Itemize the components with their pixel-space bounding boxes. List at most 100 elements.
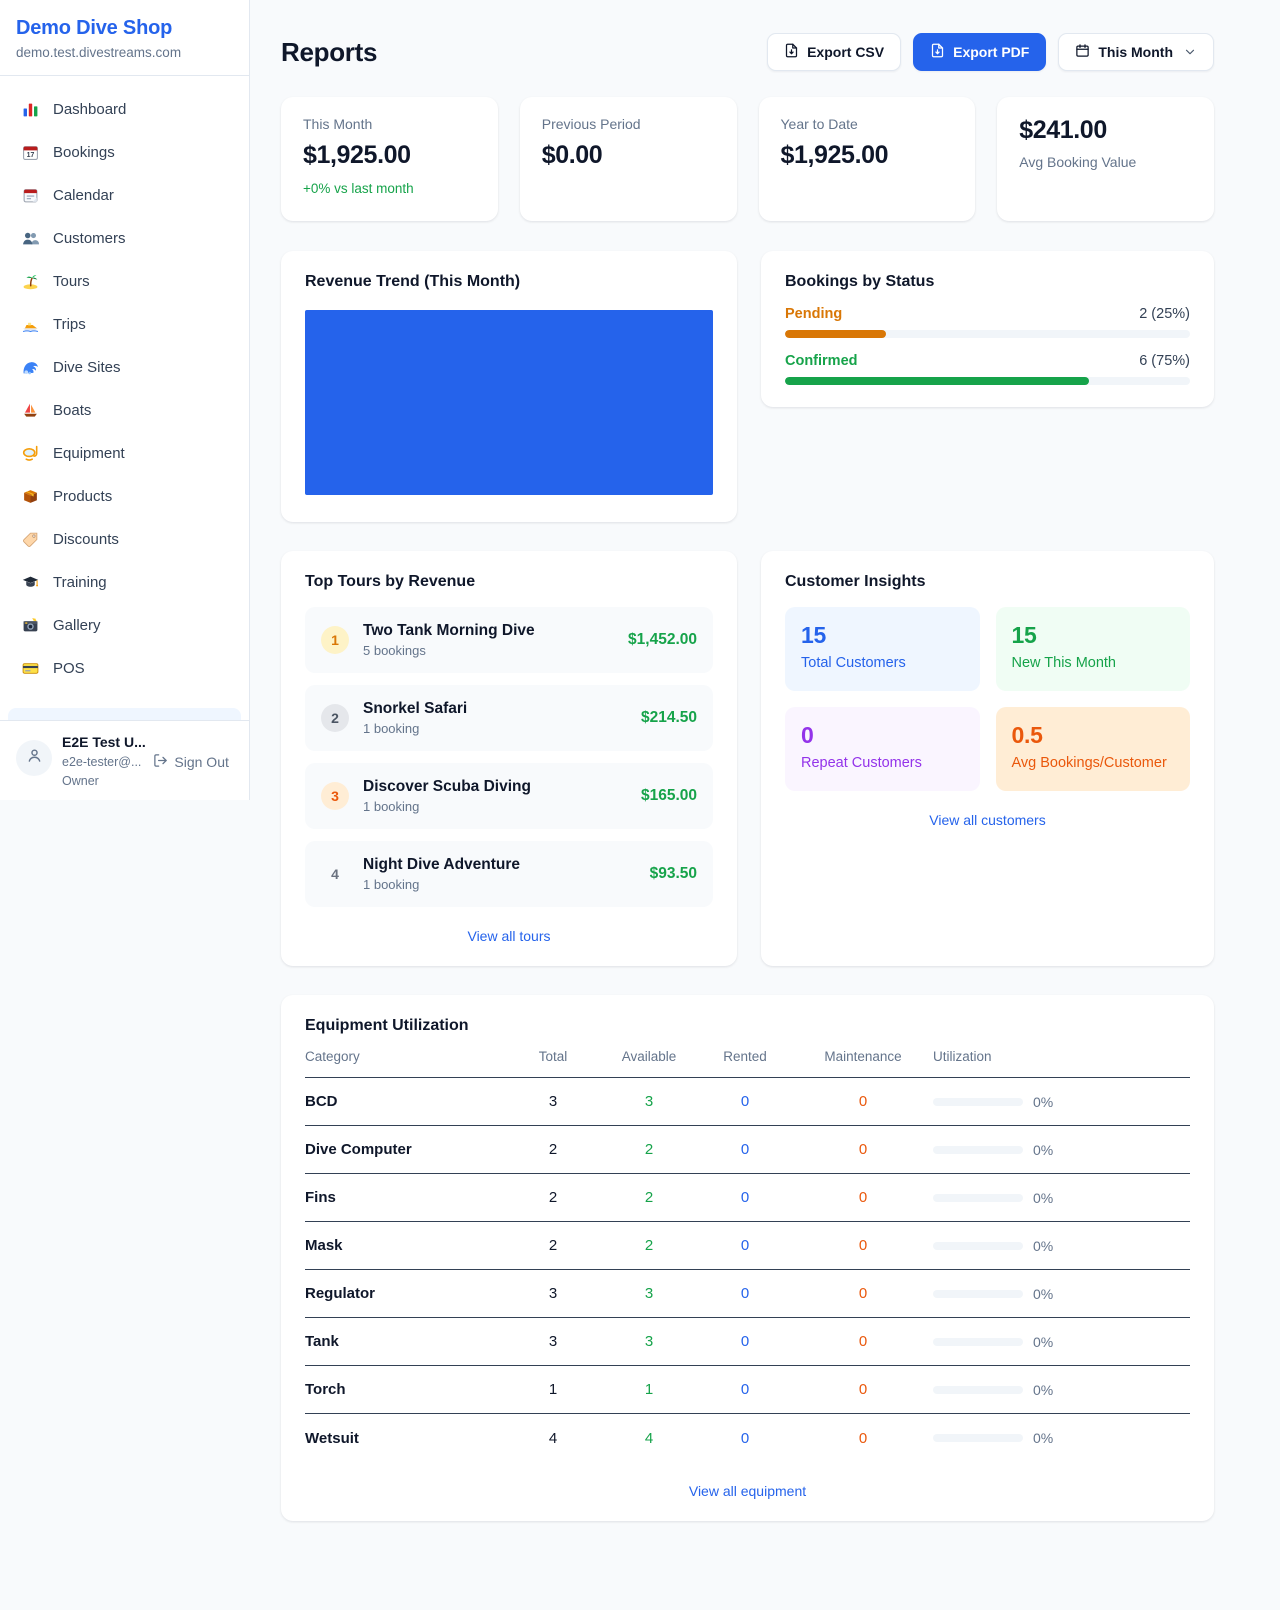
sailboat-icon bbox=[18, 402, 42, 419]
column-header-maintenance: Maintenance bbox=[793, 1049, 933, 1064]
equipment-category: Torch bbox=[305, 1381, 505, 1398]
tile-value: 0.5 bbox=[1012, 722, 1175, 749]
page-title: Reports bbox=[281, 37, 377, 68]
tour-row-two-tank-morning-dive: 1Two Tank Morning Dive5 bookings$1,452.0… bbox=[305, 607, 713, 673]
tour-bookings: 5 bookings bbox=[363, 643, 535, 658]
view-all-tours-link[interactable]: View all tours bbox=[305, 928, 713, 944]
export-csv-button[interactable]: Export CSV bbox=[767, 33, 901, 71]
top-tours-card: Top Tours by Revenue 1 Two Tank Morning D… bbox=[281, 551, 737, 966]
camera-icon bbox=[18, 617, 42, 634]
status-head: Pending2 (25%) bbox=[785, 306, 1190, 322]
progress-fill bbox=[785, 330, 886, 338]
stat-delta: +0% vs last month bbox=[303, 181, 476, 196]
rank-badge: 1 bbox=[321, 626, 349, 654]
top-tours-title: Top Tours by Revenue bbox=[305, 573, 713, 591]
sidebar-item-reports-partial[interactable] bbox=[8, 708, 241, 720]
tile-value: 15 bbox=[1012, 622, 1175, 649]
header-actions: Export CSV Export PDF This Month bbox=[767, 33, 1214, 71]
sidebar-item-label: Gallery bbox=[53, 617, 101, 634]
sidebar-item-label: Discounts bbox=[53, 531, 119, 548]
insight-tile-repeat-customers: 0Repeat Customers bbox=[785, 707, 980, 791]
file-export-icon bbox=[784, 43, 799, 61]
column-header-available: Available bbox=[601, 1049, 697, 1064]
equipment-utilization: 0% bbox=[933, 1142, 1190, 1158]
stat-card-avg-booking-value: $241.00Avg Booking Value bbox=[997, 97, 1214, 221]
equipment-rented: 0 bbox=[697, 1333, 793, 1350]
equipment-maintenance: 0 bbox=[793, 1141, 933, 1158]
sidebar-item-boats[interactable]: Boats bbox=[8, 389, 241, 432]
utilization-bar bbox=[933, 1194, 1023, 1202]
progress-fill bbox=[785, 377, 1089, 385]
sidebar-item-discounts[interactable]: Discounts bbox=[8, 518, 241, 561]
export-pdf-button[interactable]: Export PDF bbox=[913, 33, 1046, 71]
sidebar-item-trips[interactable]: Trips bbox=[8, 303, 241, 346]
tile-label: Total Customers bbox=[801, 655, 964, 671]
table-row: BCD33000% bbox=[305, 1078, 1190, 1126]
equipment-utilization: 0% bbox=[933, 1286, 1190, 1302]
sign-out-label: Sign Out bbox=[174, 754, 228, 770]
tour-bookings: 1 booking bbox=[363, 877, 520, 892]
tile-label: New This Month bbox=[1012, 655, 1175, 671]
sign-out-button[interactable]: Sign Out bbox=[153, 753, 228, 771]
tour-revenue: $93.50 bbox=[650, 865, 697, 883]
tour-row-night-dive-adventure: 4Night Dive Adventure1 booking$93.50 bbox=[305, 841, 713, 907]
brand-name[interactable]: Demo Dive Shop bbox=[16, 17, 233, 40]
sidebar-item-label: Tours bbox=[53, 273, 90, 290]
utilization-bar bbox=[933, 1386, 1023, 1394]
sidebar-item-calendar[interactable]: Calendar bbox=[8, 174, 241, 217]
utilization-percent: 0% bbox=[1033, 1142, 1053, 1158]
stat-value: $0.00 bbox=[542, 141, 715, 170]
view-all-customers-link[interactable]: View all customers bbox=[785, 812, 1190, 828]
sidebar-item-tours[interactable]: Tours bbox=[8, 260, 241, 303]
sidebar-item-label: Dive Sites bbox=[53, 359, 121, 376]
equipment-available: 3 bbox=[601, 1333, 697, 1350]
equipment-rented: 0 bbox=[697, 1285, 793, 1302]
column-header-category: Category bbox=[305, 1049, 505, 1064]
equipment-total: 3 bbox=[505, 1093, 601, 1110]
equipment-available: 3 bbox=[601, 1093, 697, 1110]
stat-label: Avg Booking Value bbox=[1019, 154, 1192, 170]
view-all-equipment-link[interactable]: View all equipment bbox=[305, 1483, 1190, 1499]
app: Demo Dive Shop demo.test.divestreams.com… bbox=[0, 0, 1280, 1610]
period-dropdown[interactable]: This Month bbox=[1058, 33, 1214, 71]
status-head: Confirmed6 (75%) bbox=[785, 353, 1190, 369]
equipment-rented: 0 bbox=[697, 1141, 793, 1158]
file-export-icon bbox=[930, 43, 945, 61]
equipment-maintenance: 0 bbox=[793, 1093, 933, 1110]
sidebar-item-products[interactable]: Products bbox=[8, 475, 241, 518]
tour-revenue: $165.00 bbox=[641, 787, 697, 805]
sidebar-item-dive-sites[interactable]: Dive Sites bbox=[8, 346, 241, 389]
user-footer: E2E Test U... e2e-tester@... Sign Out Ow… bbox=[0, 720, 249, 800]
equipment-available: 1 bbox=[601, 1381, 697, 1398]
equipment-utilization: 0% bbox=[933, 1430, 1190, 1446]
equipment-utilization: 0% bbox=[933, 1094, 1190, 1110]
customer-insights-card: Customer Insights 15Total Customers15New… bbox=[761, 551, 1214, 966]
rank-badge: 2 bbox=[321, 704, 349, 732]
tour-info: Snorkel Safari1 booking bbox=[363, 700, 467, 736]
sidebar-item-pos[interactable]: POS bbox=[8, 647, 241, 690]
tour-info: Two Tank Morning Dive 5 bookings bbox=[363, 622, 535, 658]
tour-info: Discover Scuba Diving1 booking bbox=[363, 778, 531, 814]
progress-track bbox=[785, 330, 1190, 338]
stat-value: $1,925.00 bbox=[781, 141, 954, 170]
sidebar-item-label: Bookings bbox=[53, 144, 115, 161]
stat-label: Previous Period bbox=[542, 116, 715, 132]
sidebar-item-equipment[interactable]: Equipment bbox=[8, 432, 241, 475]
dive-mask-icon bbox=[18, 445, 42, 462]
column-header-utilization: Utilization bbox=[933, 1049, 1190, 1064]
calendar-date-icon: 17 bbox=[18, 144, 42, 161]
sidebar-item-bookings[interactable]: 17 Bookings bbox=[8, 131, 241, 174]
table-row: Fins22000% bbox=[305, 1174, 1190, 1222]
equipment-utilization-card: Equipment Utilization CategoryTotalAvail… bbox=[281, 995, 1214, 1521]
equipment-utilization: 0% bbox=[933, 1382, 1190, 1398]
sidebar-item-dashboard[interactable]: Dashboard bbox=[8, 88, 241, 131]
avatar bbox=[16, 740, 52, 776]
tour-name: Two Tank Morning Dive bbox=[363, 622, 535, 640]
user-meta: E2E Test U... e2e-tester@... Sign Out Ow… bbox=[62, 734, 235, 788]
sidebar-item-customers[interactable]: Customers bbox=[8, 217, 241, 260]
equipment-available: 2 bbox=[601, 1141, 697, 1158]
sidebar-item-training[interactable]: Training bbox=[8, 561, 241, 604]
equipment-total: 3 bbox=[505, 1285, 601, 1302]
utilization-percent: 0% bbox=[1033, 1190, 1053, 1206]
sidebar-item-gallery[interactable]: Gallery bbox=[8, 604, 241, 647]
